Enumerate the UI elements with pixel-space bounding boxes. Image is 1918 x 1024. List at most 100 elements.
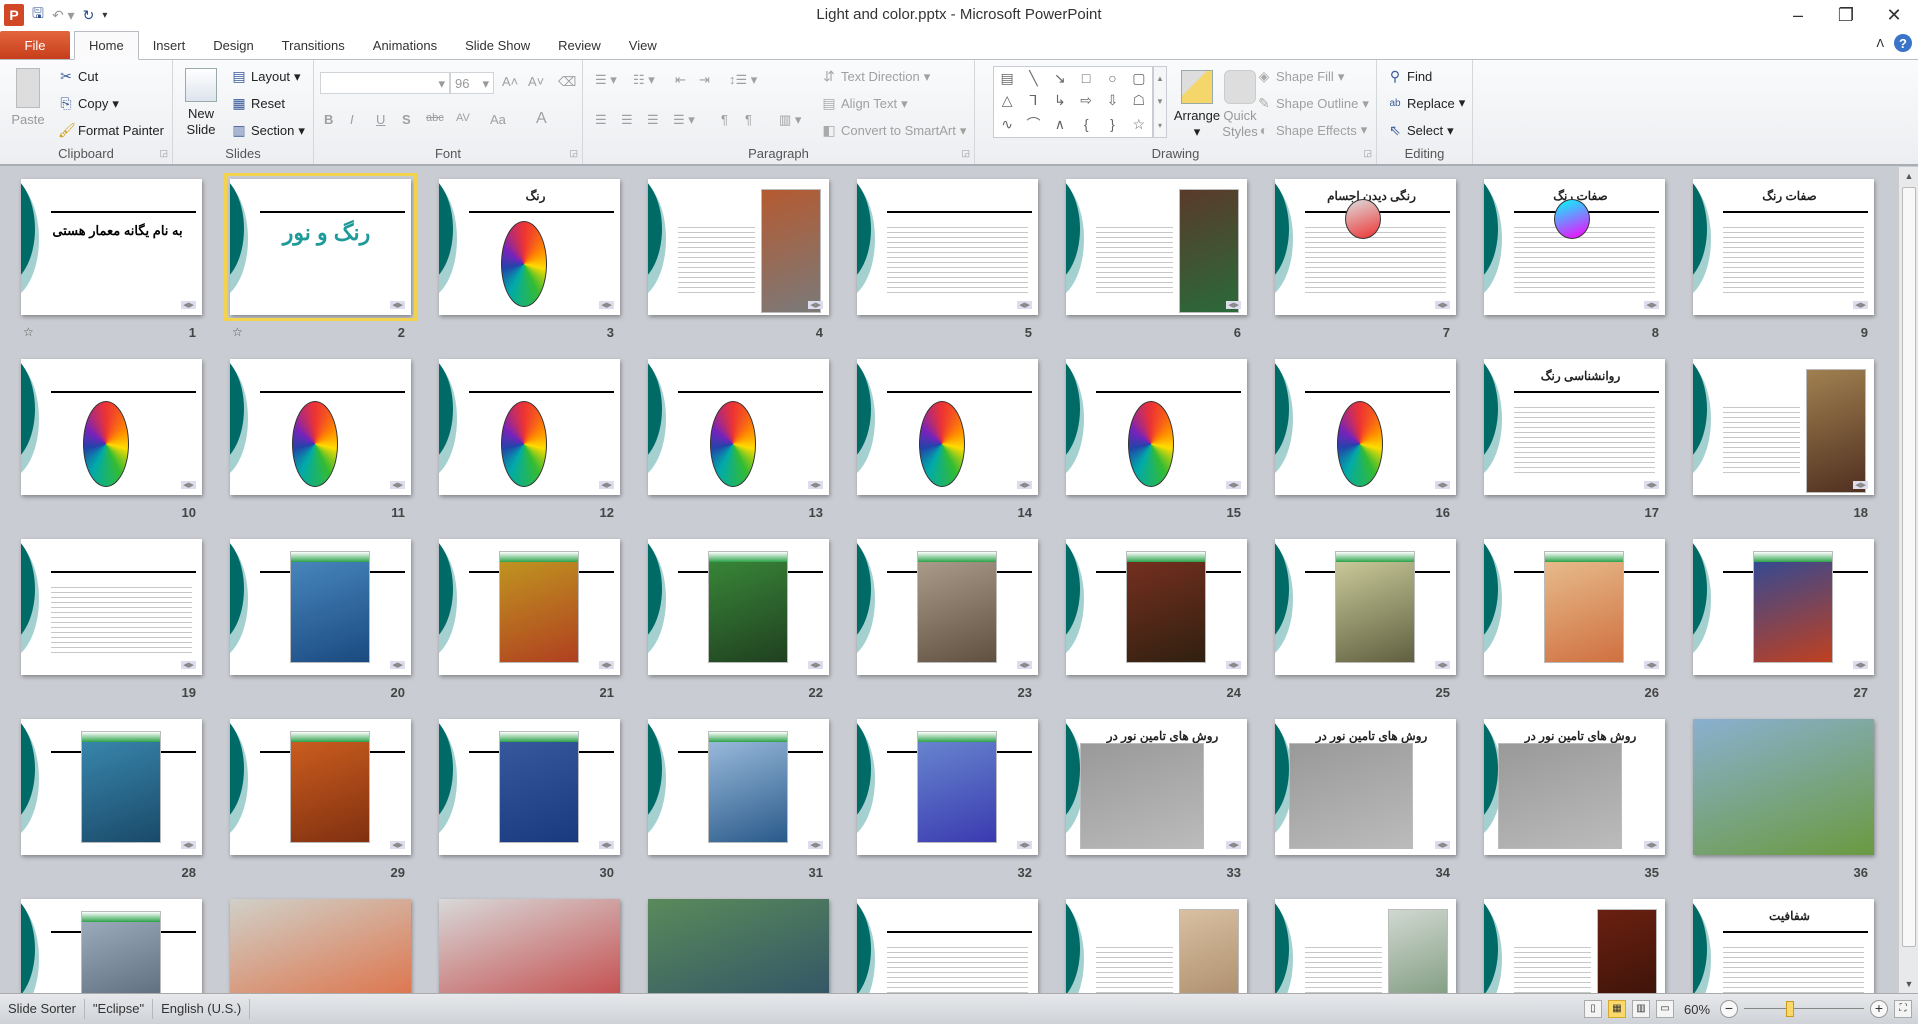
character-spacing-button[interactable]: AV [456,112,470,124]
tab-slide-show[interactable]: Slide Show [451,31,544,59]
slide-thumbnail[interactable] [230,899,411,993]
slide-thumbnail[interactable]: صفات رنگ ◀▶ 9 [1693,179,1874,340]
tab-transitions[interactable]: Transitions [268,31,359,59]
slide-preview[interactable]: شفافیت◀▶ [1693,899,1874,993]
italic-button[interactable]: I [350,112,354,127]
line-spacing-button[interactable]: ↕☰ ▾ [729,72,757,88]
slide-thumbnail[interactable]: روش های تامین نور در ساختمان◀▶ 34 [1275,719,1456,880]
slide-preview[interactable]: ◀▶ [1275,899,1456,993]
shape-item[interactable]: { [1073,116,1099,132]
new-slide-button[interactable]: New Slide [179,68,223,138]
slide-preview[interactable]: ◀▶ [648,539,829,675]
dialog-launcher-icon[interactable]: ◲ [961,148,970,159]
shape-item[interactable]: ⅂ [1020,92,1046,109]
justify-button[interactable]: ☰ ▾ [673,112,695,128]
slide-preview[interactable]: ◀▶ [439,539,620,675]
underline-button[interactable]: U [376,112,385,127]
slide-thumbnail[interactable]: ◀▶ [21,899,202,993]
change-case-button[interactable]: Aa [490,112,506,127]
paste-button[interactable]: Paste [8,68,48,128]
align-left-button[interactable]: ☰ [595,112,607,128]
slide-preview[interactable]: ◀▶ [230,359,411,495]
dialog-launcher-icon[interactable]: ◲ [1363,148,1372,159]
slide-preview[interactable]: به نام یگانه معمار هستی ◀▶ [21,179,202,315]
slide-thumbnail[interactable]: ◀▶ 24 [1066,539,1247,700]
shape-item[interactable]: } [1099,116,1125,132]
slide-thumbnail[interactable]: به نام یگانه معمار هستی ◀▶ 1 ☆ [21,179,202,340]
text-direction-button[interactable]: ⇵ Text Direction ▾ [821,68,930,85]
clear-formatting-icon[interactable]: ⌫ [558,74,576,90]
font-name-select[interactable]: ▾ [320,72,450,94]
slide-thumbnail[interactable]: ◀▶ 18 [1693,359,1874,520]
normal-view-button[interactable]: ▯ [1584,1000,1602,1018]
slide-thumbnail[interactable]: ◀▶ 5 [857,179,1038,340]
shadow-button[interactable]: S [402,112,411,127]
dialog-launcher-icon[interactable]: ◲ [159,148,168,159]
theme-name[interactable]: "Eclipse" [85,999,154,1019]
reset-button[interactable]: ▦ Reset [231,95,285,112]
shape-item[interactable]: ☆ [1126,116,1152,133]
zoom-slider-knob[interactable] [1786,1001,1794,1017]
shape-item[interactable]: ↳ [1047,92,1073,109]
tab-review[interactable]: Review [544,31,615,59]
undo-icon[interactable]: ↶ ▾ [52,7,75,24]
slide-thumbnail[interactable] [648,899,829,993]
slide-thumbnail[interactable]: ◀▶ 6 [1066,179,1247,340]
slide-thumbnail[interactable]: ◀▶ 30 [439,719,620,880]
slide-preview[interactable]: رنگ ◀▶ [439,179,620,315]
slide-thumbnail[interactable]: ◀▶ 22 [648,539,829,700]
scroll-down-icon[interactable]: ▼ [1899,975,1918,993]
shape-fill-button[interactable]: ◈ Shape Fill ▾ [1256,68,1345,85]
slide-thumbnail[interactable]: ◀▶ 11 [230,359,411,520]
slide-preview[interactable] [230,899,411,993]
slide-preview[interactable]: روش های تامین نور در ساختمان◀▶ [1066,719,1247,855]
slide-thumbnail[interactable]: رنگ و نور ◀▶ 2 ☆ [224,173,417,340]
slide-preview[interactable]: ◀▶ [857,179,1038,315]
reading-view-button[interactable]: ▥ [1632,1000,1650,1018]
slide-thumbnail[interactable]: ◀▶ 10 [21,359,202,520]
slide-thumbnail[interactable]: روانشناسی رنگ ◀▶ 17 [1484,359,1665,520]
slide-thumbnail[interactable]: ◀▶ 31 [648,719,829,880]
slide-preview[interactable]: رنگ و نور ◀▶ [224,173,417,321]
slide-thumbnail[interactable]: ◀▶ 16 [1275,359,1456,520]
align-right-button[interactable]: ☰ [647,112,659,128]
slide-thumbnail[interactable]: ◀▶ 23 [857,539,1038,700]
tab-insert[interactable]: Insert [139,31,200,59]
ltr-button[interactable]: ¶ [721,112,728,127]
zoom-level[interactable]: 60% [1680,1002,1714,1017]
convert-smartart-button[interactable]: ◧ Convert to SmartArt ▾ [821,122,966,139]
slide-thumbnail[interactable]: ◀▶ [1484,899,1665,993]
shape-item[interactable]: ↘ [1047,70,1073,87]
slide-preview[interactable]: ◀▶ [1693,359,1874,495]
tab-design[interactable]: Design [199,31,267,59]
shape-outline-button[interactable]: ✎ Shape Outline ▾ [1256,95,1369,112]
shape-item[interactable]: △ [994,92,1020,109]
scrollbar-thumb[interactable] [1902,187,1916,947]
font-color-button[interactable]: A [536,110,547,128]
grow-font-button[interactable]: A˄ [502,74,518,89]
shape-item[interactable]: ▢ [1126,70,1152,87]
scroll-up-icon[interactable]: ▲ [1899,167,1918,185]
slide-thumbnail[interactable]: روش های تامین نور در ساختمان◀▶ 35 [1484,719,1665,880]
bold-button[interactable]: B [324,112,333,127]
slide-thumbnail[interactable]: رنگی دیدن اجسام ◀▶ 7 [1275,179,1456,340]
bullets-button[interactable]: ☰ ▾ [595,72,617,88]
tab-home[interactable]: Home [74,31,139,60]
zoom-slider[interactable] [1744,999,1864,1019]
rtl-button[interactable]: ¶ [745,112,752,127]
slide-preview[interactable]: ◀▶ [648,719,829,855]
minimize-button[interactable]: – [1774,0,1822,30]
slide-preview[interactable]: روانشناسی رنگ ◀▶ [1484,359,1665,495]
slide-thumbnail[interactable]: ◀▶ 14 [857,359,1038,520]
shape-item[interactable]: ∿ [994,116,1020,133]
replace-button[interactable]: ab Replace ▾ [1387,95,1465,111]
align-center-button[interactable]: ☰ [621,112,633,128]
shape-item[interactable]: ⇨ [1073,92,1099,109]
slide-thumbnail[interactable]: شفافیت◀▶ [1693,899,1874,993]
slide-preview[interactable]: ◀▶ [1066,359,1247,495]
columns-button[interactable]: ▥ ▾ [779,112,801,128]
slide-preview[interactable]: ◀▶ [648,179,829,315]
restore-button[interactable]: ❐ [1822,0,1870,30]
strikethrough-button[interactable]: abc [426,112,444,124]
slide-thumbnail[interactable]: ◀▶ 4 [648,179,829,340]
